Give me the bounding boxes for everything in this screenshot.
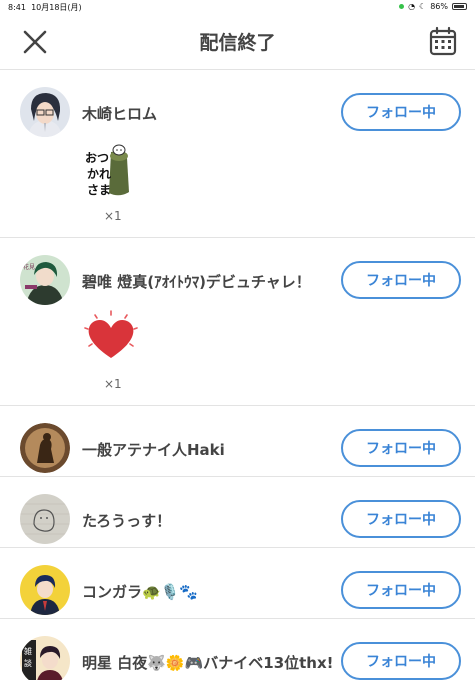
- battery-icon: [452, 3, 467, 10]
- viewer-name: 碧唯 燈真(ｱｵｲﾄｳﾏ)デビュチャレ！: [82, 273, 311, 291]
- svg-text:おつ: おつ: [85, 151, 109, 165]
- calendar-icon[interactable]: [429, 26, 457, 56]
- follow-button[interactable]: フォロー中: [341, 93, 461, 131]
- moon-icon: ☾: [419, 2, 427, 11]
- otsukaresama-sticker-icon: おつ かれ さま: [85, 144, 129, 197]
- avatar[interactable]: [20, 87, 70, 137]
- wifi-icon: ◔: [408, 2, 416, 11]
- header: 配信終了: [0, 14, 475, 70]
- gift-count: ×1: [104, 377, 122, 391]
- avatar[interactable]: [20, 423, 70, 473]
- follow-button[interactable]: フォロー中: [341, 642, 461, 680]
- avatar[interactable]: [20, 565, 70, 615]
- gift-count: ×1: [104, 209, 122, 223]
- viewer-name: たろうっす！: [82, 512, 172, 530]
- viewer-name: コンガラ🐢🎙️🐾: [82, 583, 199, 601]
- follow-button[interactable]: フォロー中: [341, 261, 461, 299]
- svg-text:花見: 花見: [23, 263, 35, 271]
- list-item: 花見 碧唯 燈真(ｱｵｲﾄｳﾏ)デビュチャレ！ フォロー中 ×1: [0, 238, 475, 406]
- camera-indicator-icon: [399, 4, 405, 9]
- status-time: 8:41 10月18日(月): [8, 3, 82, 12]
- svg-text:談: 談: [24, 658, 32, 668]
- list-item: 木崎ヒロム フォロー中 おつ かれ さま ×1: [0, 70, 475, 238]
- svg-text:雑: 雑: [24, 646, 32, 656]
- svg-text:かれ: かれ: [87, 167, 111, 181]
- follow-button[interactable]: フォロー中: [341, 571, 461, 609]
- list-item: コンガラ🐢🎙️🐾 フォロー中: [0, 548, 475, 619]
- gift-item: おつ かれ さま ×1: [0, 140, 475, 237]
- list-item: 雑 談 明星 白夜🐺🌼🎮バナイベ13位thx!! フォロー中: [0, 619, 475, 680]
- follow-button[interactable]: フォロー中: [341, 429, 461, 467]
- list-item: 一般アテナイ人Haki フォロー中: [0, 406, 475, 477]
- list-item: たろうっす！ フォロー中: [0, 477, 475, 548]
- heart-icon: [84, 310, 138, 358]
- page-title: 配信終了: [199, 32, 276, 54]
- avatar[interactable]: 雑 談: [20, 636, 70, 680]
- svg-text:さま: さま: [87, 183, 111, 197]
- viewer-name: 一般アテナイ人Haki: [82, 441, 225, 459]
- gift-item: ×1: [0, 308, 475, 405]
- follow-button[interactable]: フォロー中: [341, 500, 461, 538]
- status-bar: 8:41 10月18日(月) ◔ ☾ 86%: [0, 0, 475, 14]
- viewer-list: 木崎ヒロム フォロー中 おつ かれ さま ×1 花見 碧唯 燈真(ｱｵｲﾄｳﾏ)…: [0, 70, 475, 680]
- viewer-name: 明星 白夜🐺🌼🎮バナイベ13位thx!!: [82, 654, 332, 672]
- avatar[interactable]: [20, 494, 70, 544]
- viewer-name: 木崎ヒロム: [82, 105, 158, 123]
- battery-level: 86%: [430, 2, 448, 11]
- avatar[interactable]: 花見: [20, 255, 70, 305]
- status-icons: ◔ ☾ 86%: [399, 2, 467, 11]
